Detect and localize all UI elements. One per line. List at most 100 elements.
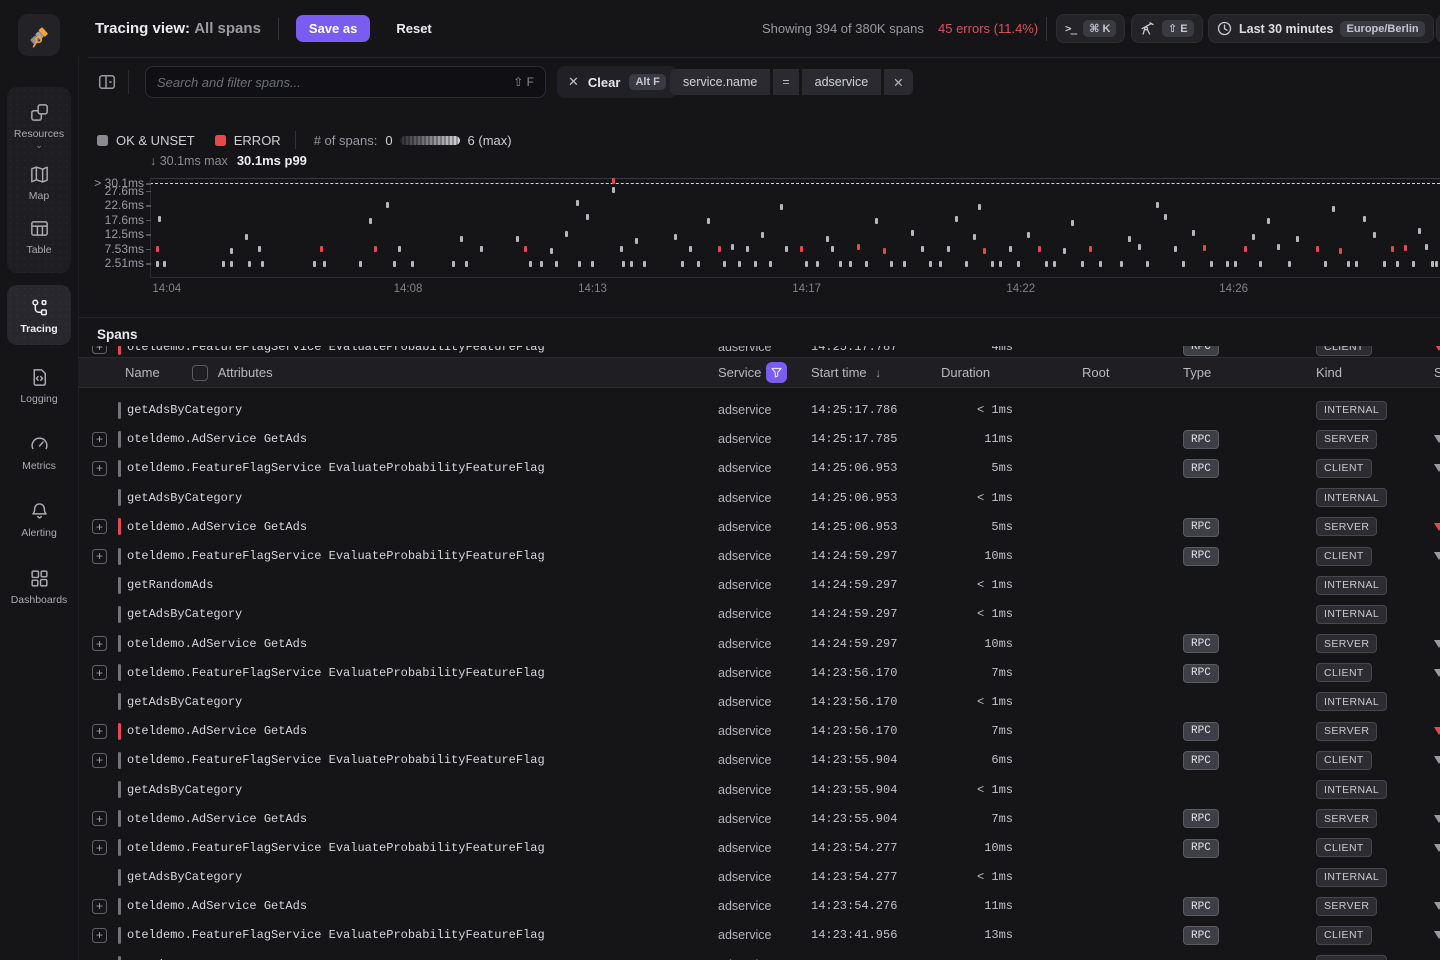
time-range-button[interactable]: Last 30 minutes Europe/Berlin bbox=[1208, 14, 1434, 43]
expand-row-button[interactable]: + bbox=[92, 519, 107, 534]
service-filter-icon[interactable] bbox=[766, 362, 787, 383]
table-row[interactable]: +getAdsByCategoryadservice14:23:56.170< … bbox=[88, 687, 1440, 716]
table-row[interactable]: +oteldemo.AdService GetAdsadservice14:25… bbox=[88, 512, 1440, 541]
expand-row-button[interactable]: + bbox=[92, 840, 107, 855]
span-count-min: 0 bbox=[385, 133, 392, 148]
table-row[interactable]: +oteldemo.FeatureFlagService EvaluatePro… bbox=[88, 833, 1440, 862]
sidebar-item-map[interactable]: Map bbox=[7, 155, 71, 209]
reset-button[interactable]: Reset bbox=[396, 21, 431, 36]
error-span-mark bbox=[156, 246, 159, 252]
clipped-edge-button[interactable] bbox=[1436, 14, 1440, 43]
expand-row-button[interactable]: + bbox=[92, 432, 107, 447]
column-header-kind[interactable]: Kind bbox=[1287, 365, 1407, 380]
column-header-name[interactable]: Name bbox=[125, 365, 160, 380]
x-axis-tick-label: 14:08 bbox=[394, 283, 423, 295]
filter-chip-value[interactable]: adservice bbox=[802, 69, 882, 95]
map-icon bbox=[29, 164, 50, 185]
column-header-status[interactable]: Status bbox=[1407, 365, 1440, 380]
expand-row-button[interactable]: + bbox=[92, 811, 107, 826]
cmd-k-shortcut: ⌘ K bbox=[1083, 20, 1116, 37]
sidebar-item-table[interactable]: Table bbox=[7, 209, 71, 263]
filter-chip-service-name[interactable]: service.name = adservice ✕ bbox=[670, 69, 913, 95]
ok-span-mark bbox=[1332, 206, 1335, 212]
table-row[interactable]: +getAdsByCategoryadservice14:23:54.277< … bbox=[88, 863, 1440, 892]
error-legend-label: ERROR bbox=[234, 133, 281, 148]
table-row[interactable]: +getAdsByCategoryadservice14:24:59.297< … bbox=[88, 600, 1440, 629]
table-row[interactable]: +oteldemo.FeatureFlagService EvaluatePro… bbox=[88, 346, 1440, 357]
filter-chip-operator[interactable]: = bbox=[773, 69, 798, 95]
ok-span-mark bbox=[620, 246, 623, 252]
plot-border bbox=[150, 277, 1440, 278]
expand-row-button[interactable]: + bbox=[92, 549, 107, 564]
span-name: oteldemo.AdService GetAds bbox=[127, 724, 307, 738]
table-row[interactable]: +getRandomAdsadservice14:24:59.297< 1msI… bbox=[88, 571, 1440, 600]
filter-chip-key[interactable]: service.name bbox=[670, 69, 770, 95]
sidebar-item-resources[interactable]: Resources⌄ bbox=[7, 93, 71, 155]
expand-row-button[interactable]: + bbox=[92, 928, 107, 943]
ok-span-mark bbox=[398, 246, 401, 252]
ok-span-mark bbox=[565, 231, 568, 237]
table-row[interactable]: +getAdsByCategoryadservice14:23:55.904< … bbox=[88, 775, 1440, 804]
column-header-attributes[interactable]: Attributes bbox=[218, 365, 273, 380]
spans-table-body: +getAdsByCategoryadservice14:25:17.786< … bbox=[88, 396, 1440, 960]
app-logo[interactable] bbox=[18, 14, 60, 56]
save-as-button[interactable]: Save as bbox=[296, 15, 370, 42]
table-row[interactable]: +getAdsByCategoryadservice14:25:06.953< … bbox=[88, 483, 1440, 512]
table-row[interactable]: +getAdsByCategoryadservice14:25:17.786< … bbox=[88, 396, 1440, 425]
clear-filters-button[interactable]: ✕ Clear Alt F bbox=[557, 66, 677, 98]
table-row[interactable]: +oteldemo.FeatureFlagService EvaluatePro… bbox=[88, 921, 1440, 950]
sidebar-item-logging[interactable]: Logging bbox=[0, 358, 78, 412]
expand-row-button[interactable]: + bbox=[92, 346, 107, 354]
search-input[interactable]: Search and filter spans... ⇧ F bbox=[145, 66, 546, 98]
command-palette-button[interactable]: >_ ⌘ K bbox=[1056, 14, 1125, 43]
column-header-type[interactable]: Type bbox=[1154, 365, 1287, 380]
table-row[interactable]: +oteldemo.AdService GetAdsadservice14:25… bbox=[88, 425, 1440, 454]
top-bar: Tracing view: All spans Save as Reset Sh… bbox=[0, 0, 1440, 57]
ok-status-bar bbox=[118, 839, 121, 856]
expand-row-button[interactable]: + bbox=[92, 753, 107, 768]
expand-row-button[interactable]: + bbox=[92, 724, 107, 739]
expand-row-button[interactable]: + bbox=[92, 636, 107, 651]
sort-descending-icon[interactable]: ↓ bbox=[875, 366, 881, 380]
attributes-checkbox[interactable] bbox=[192, 365, 208, 381]
table-row[interactable]: +oteldemo.FeatureFlagService EvaluatePro… bbox=[88, 746, 1440, 775]
column-header-duration[interactable]: Duration bbox=[941, 365, 1013, 380]
column-header-start-time[interactable]: Start time bbox=[811, 365, 867, 380]
filter-chip-remove-icon[interactable]: ✕ bbox=[884, 69, 912, 95]
sidebar-item-alerting[interactable]: Alerting bbox=[0, 492, 78, 546]
x-axis-tick-label: 14:22 bbox=[1006, 283, 1035, 295]
span-scatter-plot[interactable] bbox=[150, 178, 1440, 276]
ok-span-mark bbox=[369, 218, 372, 224]
column-header-service[interactable]: Service bbox=[718, 365, 761, 380]
status-icon bbox=[1434, 669, 1440, 677]
kind-badge: SERVER bbox=[1316, 809, 1377, 828]
sidebar-item-dashboards[interactable]: Dashboards bbox=[0, 559, 78, 613]
panel-toggle-icon[interactable] bbox=[97, 72, 117, 92]
start-time-cell: 14:25:06.953 bbox=[811, 461, 941, 475]
table-row[interactable]: +oteldemo.AdService GetAdsadservice14:23… bbox=[88, 804, 1440, 833]
page-subtitle: All spans bbox=[194, 20, 261, 37]
table-row[interactable]: +oteldemo.FeatureFlagService EvaluatePro… bbox=[88, 454, 1440, 483]
sidebar-item-metrics[interactable]: Metrics bbox=[0, 425, 78, 479]
expand-row-button[interactable]: + bbox=[92, 899, 107, 914]
ok-span-mark bbox=[1081, 261, 1084, 267]
x-axis-tick-label: 14:17 bbox=[792, 283, 821, 295]
table-row[interactable]: +oteldemo.AdService GetAdsadservice14:23… bbox=[88, 717, 1440, 746]
duration-cell: 6ms bbox=[941, 753, 1013, 767]
table-row[interactable]: +oteldemo.FeatureFlagService EvaluatePro… bbox=[88, 541, 1440, 570]
table-row[interactable]: +oteldemo.AdService GetAdsadservice14:23… bbox=[88, 892, 1440, 921]
start-time-cell: 14:23:56.170 bbox=[811, 724, 941, 738]
page-title: Tracing view: All spans bbox=[95, 20, 261, 37]
column-header-root[interactable]: Root bbox=[1013, 365, 1154, 380]
kind-badge: INTERNAL bbox=[1316, 955, 1387, 960]
status-icon bbox=[1434, 640, 1440, 648]
explore-button[interactable]: ⇧ E bbox=[1131, 14, 1203, 43]
ok-span-mark bbox=[921, 246, 924, 252]
table-row[interactable]: +oteldemo.FeatureFlagService EvaluatePro… bbox=[88, 658, 1440, 687]
table-row[interactable]: +getAdsByCategoryadservice14:23:41.956< … bbox=[88, 950, 1440, 960]
ok-span-mark bbox=[313, 261, 316, 267]
sidebar-item-tracing[interactable]: Tracing bbox=[7, 285, 71, 345]
table-row[interactable]: +oteldemo.AdService GetAdsadservice14:24… bbox=[88, 629, 1440, 658]
expand-row-button[interactable]: + bbox=[92, 461, 107, 476]
expand-row-button[interactable]: + bbox=[92, 665, 107, 680]
